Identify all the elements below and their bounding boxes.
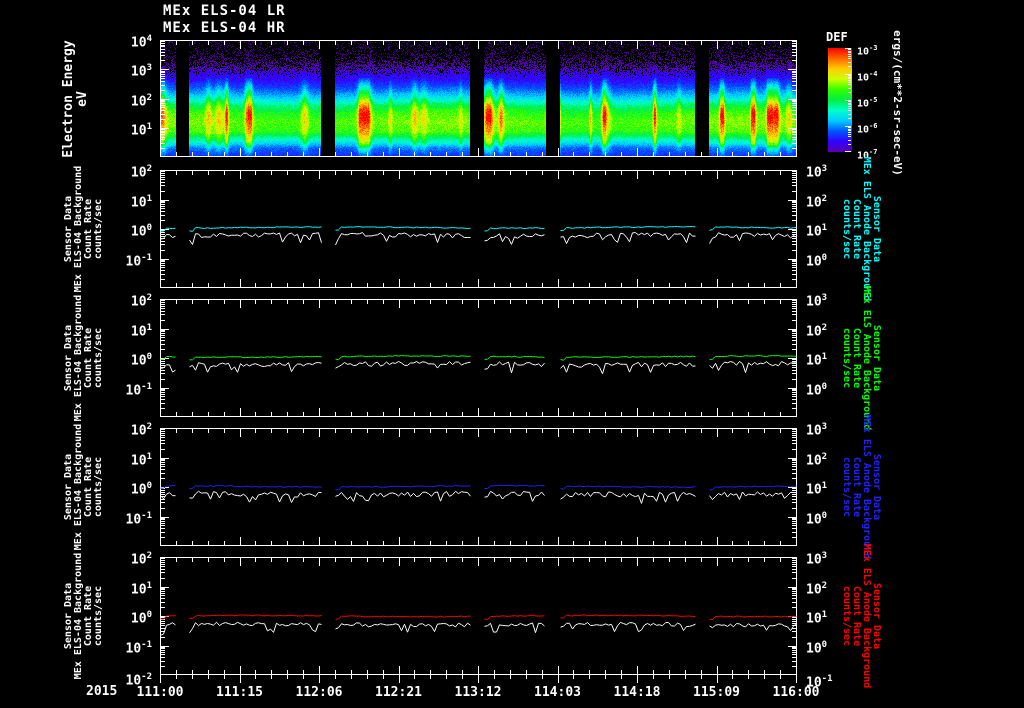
panel-3-right-ytick-label: 101 [806, 352, 828, 369]
time-tick-label: 111:00 [136, 685, 184, 700]
spectrogram-ytick-label: 104 [130, 34, 152, 51]
panel-2-left-ytick-label: 10-1 [125, 252, 153, 269]
count-rate-panel-canvas-3 [160, 428, 797, 546]
panel-3-right-ytick-label: 102 [806, 322, 828, 339]
count-rate-panel-canvas-2 [160, 299, 797, 417]
panel-4-left-ytick-label: 101 [130, 451, 152, 468]
panel-5-right-ytick-label: 102 [806, 580, 828, 597]
panel-5-left-ytick-label: 10-1 [125, 639, 153, 656]
panel-3-left-ytick-label: 100 [130, 352, 152, 369]
panel-4-left-ytick-label: 100 [130, 481, 152, 498]
spectrogram-ytick-label: 102 [130, 92, 152, 109]
time-tick-label: 111:15 [216, 685, 263, 700]
panel-4-right-ytick-label: 102 [806, 451, 828, 468]
time-tick-label: 116:00 [772, 685, 820, 700]
panel-3-right-label-line: MEx ELS Anode Background [861, 285, 872, 431]
panel-2-right-ytick-label: 100 [806, 252, 828, 269]
colorbar-ticks-canvas [845, 48, 852, 152]
count-rate-panel-canvas-1 [160, 170, 797, 288]
panel-4-left-ytick-label: 102 [130, 422, 152, 439]
panel-2-right-label-text: Sensor Data MEx ELS Anode Background Count… [841, 156, 882, 302]
panel-5-right-label-line: MEx ELS Anode Background [861, 543, 872, 689]
colorbar-title: DEF [826, 30, 848, 44]
panel-2-right-label-line: counts/sec [841, 198, 852, 260]
panel-4-right-label-line: Count Rate [851, 456, 862, 518]
spectrogram-ylabel-text: Electron Energy eV [61, 39, 90, 158]
time-tick-label: 114:18 [613, 685, 661, 700]
panel-5-right-label-text: Sensor Data MEx ELS Anode Background Count… [841, 543, 882, 689]
panel-5-left-label-line: counts/sec [93, 585, 104, 647]
panel-4-left-label-text: Sensor Data MEx ELS-04 Background Count Ra… [63, 424, 104, 550]
panel-4-left-label-line: counts/sec [93, 456, 104, 518]
panel-4-right-label-text: Sensor Data MEx ELS Anode Background Count… [841, 414, 882, 560]
spectrogram-ylabel-line: eV [75, 90, 90, 107]
panel-2-right-ytick-label: 102 [806, 193, 828, 210]
panel-4-left-ytick-label: 10-1 [125, 510, 153, 527]
panel-2-right-label-line: MEx ELS Anode Background [861, 156, 872, 302]
panel-4-right-label-line: Sensor Data [871, 453, 882, 521]
panel-3-right-label-line: counts/sec [841, 327, 852, 389]
time-tick-label: 114:03 [534, 685, 581, 700]
panel-3-right-label-line: Sensor Data [871, 324, 882, 392]
panel-3-right-ytick-label: 100 [806, 381, 828, 398]
panel-2-left-label-line: counts/sec [93, 198, 104, 260]
panel-5-left-ytick-label: 101 [130, 580, 152, 597]
time-tick-label: 112:21 [375, 685, 422, 700]
panel-3-left-label-line: counts/sec [93, 327, 104, 389]
panel-2-left-ytick-label: 102 [130, 164, 152, 181]
panel-2-left-ytick-label: 101 [130, 193, 152, 210]
colorbar-unit-label-text: ergs/(cm**2-sr-sec-eV) [891, 30, 904, 176]
plot-title-hr: MEx ELS-04 HR [163, 20, 286, 36]
panel-4-right-ytick-label: 100 [806, 510, 828, 527]
panel-5-left-ytick-label: 102 [130, 551, 152, 568]
panel-3-left-ytick-label: 10-1 [125, 381, 153, 398]
spectrogram-ytick-label: 103 [130, 63, 152, 80]
count-rate-panel-canvas-4 [160, 557, 797, 675]
colorbar-unit-label-line: ergs/(cm**2-sr-sec-eV) [891, 30, 904, 176]
panel-4-right-ytick-label: 101 [806, 481, 828, 498]
panel-3-left-ytick-label: 101 [130, 322, 152, 339]
panel-2-right-label-line: Count Rate [851, 198, 862, 260]
colorbar-tick-label: 10-6 [857, 122, 878, 136]
panel-2-right-label-line: Sensor Data [871, 195, 882, 263]
panel-4-right-label-line: counts/sec [841, 456, 852, 518]
panel-5-right-label-line: Count Rate [851, 585, 862, 647]
panel-3-left-label-text: Sensor Data MEx ELS-04 Background Count Ra… [63, 295, 104, 421]
panel-2-right-ytick-label: 101 [806, 223, 828, 240]
spectrogram-canvas [160, 40, 797, 157]
plot-title-lr: MEx ELS-04 LR [163, 3, 286, 19]
panel-5-left-ytick-label: 100 [130, 610, 152, 627]
time-tick-label: 112:06 [295, 685, 343, 700]
year-label: 2015 [86, 684, 118, 699]
panel-2-right-ytick-label: 103 [806, 164, 828, 181]
panel-5-right-ytick-label: 103 [806, 551, 828, 568]
panel-5-right-ytick-label: 100 [806, 639, 828, 656]
time-axis-ticks-canvas [160, 675, 797, 685]
time-tick-label: 113:12 [454, 685, 502, 700]
panel-3-right-label-line: Count Rate [851, 327, 862, 389]
colorbar-tick-label: 10-3 [857, 44, 878, 58]
plot-stage: MEx ELS-04 LR MEx ELS-04 HR DEF 2015 104… [0, 0, 1024, 708]
panel-5-right-ytick-label: 101 [806, 610, 828, 627]
panel-4-right-label-line: MEx ELS Anode Background [861, 414, 872, 560]
panel-4-right-ytick-label: 103 [806, 422, 828, 439]
panel-3-left-ytick-label: 102 [130, 293, 152, 310]
colorbar-tick-label: 10-4 [857, 70, 878, 84]
panel-2-left-ytick-label: 100 [130, 223, 152, 240]
panel-5-right-label-line: counts/sec [841, 585, 852, 647]
panel-2-left-label-text: Sensor Data MEx ELS-04 Background Count Ra… [63, 166, 104, 292]
panel-5-left-label-text: Sensor Data MEx ELS-04 Background Count Ra… [63, 553, 104, 679]
colorbar-tick-label: 10-5 [857, 96, 878, 110]
spectrogram-ylabel-line: Electron Energy [61, 39, 76, 158]
panel-5-right-label-line: Sensor Data [871, 582, 882, 650]
panel-3-right-label-text: Sensor Data MEx ELS Anode Background Count… [841, 285, 882, 431]
time-tick-label: 115:09 [693, 685, 740, 700]
panel-3-right-ytick-label: 103 [806, 293, 828, 310]
spectrogram-ytick-label: 101 [130, 121, 152, 139]
